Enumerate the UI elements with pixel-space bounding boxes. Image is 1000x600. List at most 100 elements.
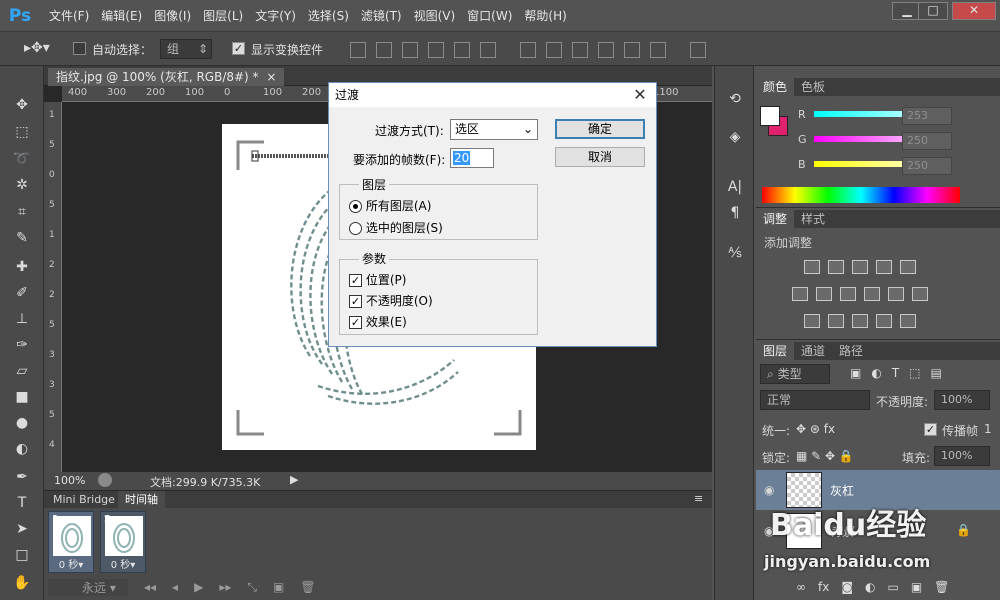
color-spectrum[interactable] — [762, 187, 960, 203]
share-icon[interactable] — [98, 473, 112, 487]
shape-filter-icon[interactable]: ⬚ — [909, 366, 920, 380]
distribute-top-icon[interactable] — [520, 42, 536, 58]
pixel-filter-icon[interactable]: ▣ — [850, 366, 861, 380]
gradient-tool-icon[interactable]: ■ — [10, 386, 34, 408]
brush-tool-icon[interactable]: ✐ — [10, 282, 34, 304]
layer-name[interactable]: 灰杠 — [830, 482, 854, 499]
menu-item[interactable]: 文件(F) — [44, 0, 94, 32]
adjustment-filter-icon[interactable]: ◐ — [871, 366, 881, 380]
distribute-bottom-icon[interactable] — [572, 42, 588, 58]
tab-layers[interactable]: 图层 — [756, 342, 795, 360]
menu-item[interactable]: 文字(Y) — [250, 0, 301, 32]
menu-item[interactable]: 编辑(E) — [96, 0, 147, 32]
play-icon[interactable]: ▶ — [194, 580, 203, 594]
posterize-icon[interactable] — [828, 314, 844, 328]
clone-stamp-tool-icon[interactable]: ⊥ — [10, 308, 34, 330]
selected-layers-option[interactable]: 选中的图层(S) — [349, 219, 443, 236]
tab-paths[interactable]: 路径 — [832, 342, 870, 360]
maximize-button[interactable]: □ — [918, 2, 948, 20]
tab-styles[interactable]: 样式 — [794, 210, 832, 228]
tab-mini-bridge[interactable]: Mini Bridge — [46, 491, 122, 508]
propagate-frame-checkbox[interactable]: ✓ — [924, 423, 937, 436]
healing-brush-tool-icon[interactable]: ✚ — [10, 256, 34, 278]
position-checkbox[interactable]: ✓ — [349, 274, 362, 287]
invert-icon[interactable] — [804, 314, 820, 328]
channel-mixer-icon[interactable] — [888, 287, 904, 301]
magic-wand-tool-icon[interactable]: ✲ — [10, 174, 34, 196]
character-icon[interactable]: A| — [723, 176, 747, 198]
vibrance-icon[interactable] — [900, 260, 916, 274]
photo-filter-icon[interactable] — [864, 287, 880, 301]
distribute-vcenter-icon[interactable] — [546, 42, 562, 58]
zoom-level[interactable]: 100% — [54, 474, 85, 487]
tab-channels[interactable]: 通道 — [794, 342, 832, 360]
frame-duration[interactable]: 0 秒▾ — [49, 556, 93, 571]
next-frame-icon[interactable]: ▸▸ — [219, 580, 231, 594]
prev-frame-icon[interactable]: ◂ — [172, 580, 178, 594]
character-styles-icon[interactable]: ⅍ — [723, 242, 747, 264]
threshold-icon[interactable] — [852, 314, 868, 328]
menu-item[interactable]: 滤镜(T) — [356, 0, 407, 32]
history-brush-tool-icon[interactable]: ✑ — [10, 334, 34, 356]
timeline-frame[interactable]: 1 0 秒▾ — [48, 511, 94, 573]
distribute-hcenter-icon[interactable] — [624, 42, 640, 58]
eraser-tool-icon[interactable]: ▱ — [10, 360, 34, 382]
shape-tool-icon[interactable]: □ — [10, 544, 34, 566]
color-lookup-icon[interactable] — [912, 287, 928, 301]
effects-option[interactable]: ✓ 效果(E) — [349, 313, 407, 330]
delete-frame-icon[interactable]: 🗑 — [300, 580, 315, 594]
new-adjustment-icon[interactable]: ◐ — [865, 580, 875, 594]
pen-tool-icon[interactable]: ✒ — [10, 466, 34, 488]
all-layers-option[interactable]: 所有图层(A) — [349, 197, 431, 214]
selective-color-icon[interactable] — [876, 314, 892, 328]
ok-button[interactable]: 确定 — [555, 119, 645, 139]
exposure-icon[interactable] — [876, 260, 892, 274]
auto-select-dropdown[interactable]: 组 ⇕ — [160, 39, 212, 59]
menu-item[interactable]: 图像(I) — [149, 0, 196, 32]
timeline-frame[interactable]: 2 0 秒▾ — [100, 511, 146, 573]
status-menu-arrow-icon[interactable]: ▶ — [290, 473, 298, 486]
new-group-icon[interactable]: ▭ — [887, 580, 898, 594]
menu-item[interactable]: 图层(L) — [198, 0, 248, 32]
distribute-right-icon[interactable] — [650, 42, 666, 58]
selected-layers-radio[interactable] — [349, 222, 362, 235]
menu-item[interactable]: 窗口(W) — [462, 0, 517, 32]
align-bottom-icon[interactable] — [402, 42, 418, 58]
type-filter-icon[interactable]: T — [892, 366, 899, 380]
opacity-option[interactable]: ✓ 不透明度(O) — [349, 292, 433, 309]
paragraph-icon[interactable]: ¶ — [723, 202, 747, 224]
align-left-icon[interactable] — [428, 42, 444, 58]
align-vcenter-icon[interactable] — [376, 42, 392, 58]
smart-object-filter-icon[interactable]: ▤ — [931, 366, 942, 380]
tab-swatches[interactable]: 色板 — [794, 78, 832, 96]
layer-kind-filter[interactable]: ⌕ 类型 — [760, 364, 830, 384]
path-selection-tool-icon[interactable]: ➤ — [10, 518, 34, 540]
document-tab[interactable]: 指纹.jpg @ 100% (灰杠, RGB/8#) * × — [48, 68, 285, 86]
fx-icon[interactable]: fx — [818, 580, 829, 594]
marquee-tool-icon[interactable]: ⬚ — [10, 121, 34, 143]
crop-tool-icon[interactable]: ⌗ — [10, 201, 34, 223]
type-tool-icon[interactable]: T — [10, 492, 34, 514]
brightness-icon[interactable] — [804, 260, 820, 274]
dodge-tool-icon[interactable]: ◐ — [10, 438, 34, 460]
eyedropper-tool-icon[interactable]: ✎ — [10, 227, 34, 249]
b-value[interactable]: 250 — [902, 157, 952, 175]
menu-item[interactable]: 帮助(H) — [519, 0, 571, 32]
show-transform-checkbox[interactable]: ✓ — [232, 42, 245, 55]
dialog-close-icon[interactable]: ✕ — [629, 85, 651, 105]
color-balance-icon[interactable] — [816, 287, 832, 301]
add-mask-icon[interactable]: ◙ — [841, 580, 853, 594]
panel-menu-icon[interactable]: ≡ — [694, 492, 703, 505]
tween-icon[interactable]: ⤡ — [247, 580, 257, 595]
menu-item[interactable]: 选择(S) — [303, 0, 354, 32]
blend-mode-select[interactable]: 正常 — [760, 390, 870, 410]
close-tab-icon[interactable]: × — [266, 70, 276, 84]
effects-checkbox[interactable]: ✓ — [349, 316, 362, 329]
lock-icons[interactable]: ▦ ✎ ✥ 🔒 — [796, 449, 854, 463]
move-tool-icon[interactable]: ✥ — [10, 94, 34, 116]
tab-timeline[interactable]: 时间轴 — [118, 491, 165, 508]
hand-tool-icon[interactable]: ✋ — [10, 572, 34, 594]
align-top-icon[interactable] — [350, 42, 366, 58]
loop-select[interactable]: 永远 ▾ — [48, 578, 128, 596]
tween-with-select[interactable]: 选区 ⌄ — [450, 119, 538, 140]
